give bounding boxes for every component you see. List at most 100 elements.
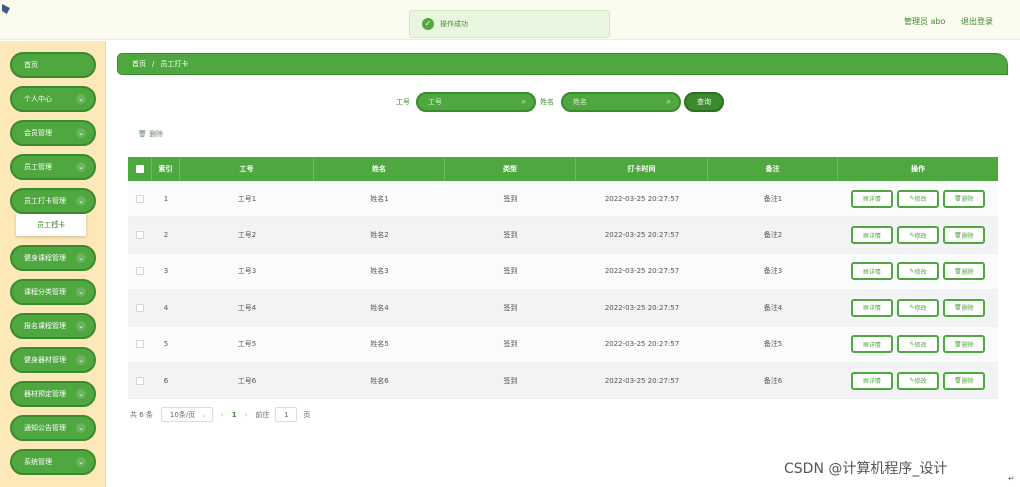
breadcrumb-home[interactable]: 首页 bbox=[132, 59, 146, 69]
column-header: 打卡时间 bbox=[576, 157, 708, 181]
edit-button[interactable]: ✎ 修改 bbox=[897, 298, 939, 317]
table-row: 3 工号3 姓名3 签到 2022-03-25 20:27:57 备注3 ▤ 详… bbox=[128, 253, 998, 291]
detail-label: 详情 bbox=[868, 341, 881, 349]
row-checkbox[interactable] bbox=[136, 267, 144, 276]
chevron-down-icon: ⌄ bbox=[76, 128, 86, 138]
detail-button[interactable]: ▤ 详情 bbox=[851, 226, 893, 245]
staff-id-label: 工号 bbox=[396, 98, 410, 106]
sidebar-item-system-management[interactable]: 系统管理 ⌄ bbox=[10, 449, 96, 475]
delete-button[interactable]: 🗑︎ 删除 bbox=[943, 189, 985, 208]
sidebar-item-course-registration-management[interactable]: 报名课程管理 ⌄ bbox=[10, 313, 96, 339]
sidebar-item-equipment-booking-management[interactable]: 器材预定管理 ⌄ bbox=[10, 381, 96, 407]
delete-button[interactable]: 🗑︎ 删除 bbox=[943, 226, 985, 245]
sidebar-item-personal-center[interactable]: 个人中心 ⌄ bbox=[10, 86, 96, 112]
edit-label: 修改 bbox=[914, 305, 927, 313]
detail-label: 详情 bbox=[868, 268, 881, 276]
sidebar-item-course-category-management[interactable]: 课程分类管理 ⌄ bbox=[10, 279, 96, 305]
name-search-input[interactable]: 姓名 ⌕ bbox=[561, 92, 681, 112]
detail-button[interactable]: ▤ 详情 bbox=[851, 335, 893, 354]
staff-id-cell: 工号2 bbox=[237, 231, 257, 240]
top-bar: ✓ 操作成功 管理员 abo 退出登录 bbox=[0, 0, 1020, 40]
sidebar-item-label: 系统管理 bbox=[24, 458, 52, 466]
row-checkbox[interactable] bbox=[136, 194, 144, 203]
trash-icon: 🗑︎ bbox=[138, 130, 147, 138]
logout-link[interactable]: 退出登录 bbox=[961, 16, 993, 27]
search-icon: ⌕ bbox=[666, 97, 671, 106]
detail-button[interactable]: ▤ 详情 bbox=[851, 298, 893, 317]
sidebar-item-member-management[interactable]: 会员管理 ⌄ bbox=[10, 120, 96, 146]
row-checkbox[interactable] bbox=[136, 340, 144, 349]
detail-button[interactable]: ▤ 详情 bbox=[851, 189, 893, 208]
sidebar-item-label: 员工管理 bbox=[24, 163, 52, 171]
row-checkbox[interactable] bbox=[136, 303, 144, 312]
edit-button[interactable]: ✎ 修改 bbox=[897, 189, 939, 208]
staff-id-placeholder: 工号 bbox=[428, 98, 442, 106]
sidebar-item-staff-management[interactable]: 员工管理 ⌄ bbox=[10, 154, 96, 180]
time-cell: 2022-03-25 20:27:57 bbox=[604, 194, 680, 203]
time-cell: 2022-03-25 20:27:57 bbox=[604, 376, 680, 385]
sidebar-item-label: 通知公告管理 bbox=[24, 424, 66, 432]
detail-label: 详情 bbox=[868, 305, 881, 313]
name-cell: 姓名2 bbox=[370, 231, 389, 240]
sidebar-item-label: 会员管理 bbox=[24, 129, 52, 137]
next-page-icon[interactable]: › bbox=[245, 411, 248, 419]
chevron-down-icon: ⌄ bbox=[201, 410, 208, 419]
submenu-item-staff-clockin[interactable]: 员工打卡 bbox=[16, 214, 86, 236]
select-all-checkbox[interactable] bbox=[135, 165, 144, 173]
note-cell: 备注6 bbox=[763, 376, 783, 385]
chevron-down-icon: ⌄ bbox=[76, 457, 86, 467]
staff-id-cell: 工号4 bbox=[237, 303, 257, 312]
detail-button[interactable]: ▤ 详情 bbox=[851, 262, 893, 281]
row-checkbox[interactable] bbox=[136, 376, 144, 385]
prev-page-icon[interactable]: ‹ bbox=[221, 411, 224, 419]
index-cell: 3 bbox=[163, 267, 169, 276]
sidebar-item-announcement-management[interactable]: 通知公告管理 ⌄ bbox=[10, 415, 96, 441]
edit-button[interactable]: ✎ 修改 bbox=[897, 226, 939, 245]
chevron-down-icon: ⌄ bbox=[76, 423, 86, 433]
edit-button[interactable]: ✎ 修改 bbox=[897, 262, 939, 281]
note-cell: 备注1 bbox=[763, 194, 783, 203]
sidebar-item-label: 健身器材管理 bbox=[24, 356, 66, 364]
chevron-down-icon: ⌄ bbox=[76, 94, 86, 104]
edit-button[interactable]: ✎ 修改 bbox=[897, 371, 939, 390]
delete-button[interactable]: 🗑︎ 删除 bbox=[943, 262, 985, 281]
detail-button[interactable]: ▤ 详情 bbox=[851, 371, 893, 390]
staff-id-cell: 工号3 bbox=[237, 267, 257, 276]
staff-id-cell: 工号1 bbox=[237, 194, 257, 203]
actions-cell: ▤ 详情 ✎ 修改 🗑︎ 删除 bbox=[838, 335, 998, 354]
actions-cell: ▤ 详情 ✎ 修改 🗑︎ 删除 bbox=[838, 371, 998, 390]
table-row: 2 工号2 姓名2 签到 2022-03-25 20:27:57 备注2 ▤ 详… bbox=[128, 217, 998, 254]
name-cell: 姓名5 bbox=[370, 340, 389, 349]
name-cell: 姓名1 bbox=[370, 194, 389, 203]
sidebar-item-equipment-management[interactable]: 健身器材管理 ⌄ bbox=[10, 347, 96, 373]
sidebar-item-home[interactable]: 首页 bbox=[10, 52, 96, 78]
sidebar-item-fitness-course-management[interactable]: 健身课程管理 ⌄ bbox=[10, 245, 96, 271]
page-size-select[interactable]: 10条/页 ⌄ bbox=[160, 407, 213, 422]
delete-button[interactable]: 🗑︎ 删除 bbox=[943, 371, 985, 390]
name-cell: 姓名4 bbox=[370, 303, 389, 312]
type-cell: 签到 bbox=[503, 194, 518, 203]
current-page-number[interactable]: 1 bbox=[232, 411, 237, 419]
batch-delete-button[interactable]: 🗑︎ 删除 bbox=[138, 129, 163, 139]
query-button[interactable]: 查询 bbox=[684, 92, 724, 112]
delete-label: 删除 bbox=[961, 305, 974, 313]
app-corner-icon bbox=[2, 4, 10, 14]
note-cell: 备注5 bbox=[763, 340, 783, 349]
delete-button[interactable]: 🗑︎ 删除 bbox=[943, 335, 985, 354]
goto-page-input[interactable]: 1 bbox=[275, 407, 298, 422]
edit-button[interactable]: ✎ 修改 bbox=[897, 335, 939, 354]
staff-id-search-input[interactable]: 工号 ⌕ bbox=[416, 92, 536, 112]
time-cell: 2022-03-25 20:27:57 bbox=[604, 231, 680, 240]
sidebar-item-staff-clockin-management[interactable]: 员工打卡管理 ⌄ bbox=[10, 188, 96, 214]
time-cell: 2022-03-25 20:27:57 bbox=[604, 267, 680, 276]
note-cell: 备注4 bbox=[763, 303, 783, 312]
row-checkbox[interactable] bbox=[136, 231, 144, 240]
column-header: 姓名 bbox=[314, 157, 445, 181]
delete-label: 删除 bbox=[961, 378, 974, 386]
table-row: 5 工号5 姓名5 签到 2022-03-25 20:27:57 备注5 ▤ 详… bbox=[128, 326, 998, 363]
column-header: 索引 bbox=[152, 157, 180, 181]
delete-button[interactable]: 🗑︎ 删除 bbox=[943, 298, 985, 317]
edit-label: 修改 bbox=[914, 378, 927, 386]
delete-label: 删除 bbox=[961, 196, 974, 204]
page-size-value: 10条/页 bbox=[169, 410, 196, 419]
